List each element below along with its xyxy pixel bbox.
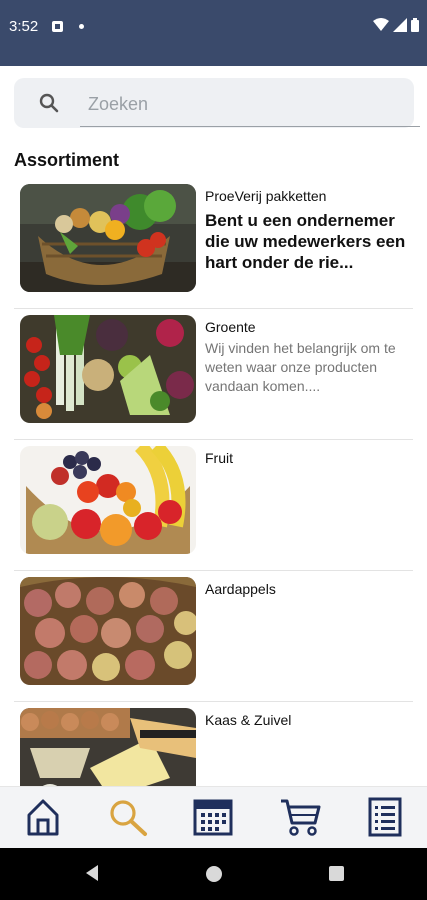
nav-search[interactable]: [104, 795, 152, 839]
recents-icon[interactable]: [329, 866, 344, 881]
item-name: ProeVerij pakketten: [205, 188, 327, 204]
home-icon: [27, 799, 59, 836]
item-description: Wij vinden het belangrijk om te weten wa…: [205, 340, 396, 394]
nav-home[interactable]: [19, 795, 67, 839]
back-icon[interactable]: [84, 864, 100, 882]
nav-cart[interactable]: [276, 795, 324, 839]
item-name: Groente: [205, 319, 256, 335]
home-button-icon[interactable]: [206, 866, 222, 882]
item-name: Kaas & Zuivel: [205, 712, 292, 728]
search-input[interactable]: [78, 86, 398, 122]
item-name: Aardappels: [205, 581, 276, 597]
status-time: 3:52: [9, 18, 39, 35]
aardappels-image: [20, 577, 196, 685]
search-icon: [110, 800, 147, 836]
list-item-fruit[interactable]: Fruit: [0, 440, 427, 571]
assortment-list: ProeVerij pakketten Bent u een onderneme…: [0, 178, 427, 786]
list-item-groente[interactable]: Groente Wij vinden het belangrijk om te …: [0, 309, 427, 440]
kaas-zuivel-image: [20, 708, 196, 786]
search-underline: [80, 126, 420, 127]
item-name: Fruit: [205, 450, 233, 466]
fruit-image: [20, 446, 196, 554]
sim-icon: [52, 21, 63, 32]
calendar-icon: [193, 799, 233, 836]
list-item-kaas-zuivel[interactable]: Kaas & Zuivel: [0, 702, 427, 786]
search-bar: [14, 78, 420, 128]
bottom-nav: [0, 786, 427, 848]
search-icon: [39, 93, 59, 113]
signal-icon: [393, 18, 407, 32]
groente-image: [20, 315, 196, 423]
nav-calendar[interactable]: [189, 795, 237, 839]
item-headline: Bent u een ondernemer die uw medewerkers…: [205, 211, 406, 272]
notification-dot-icon: [79, 24, 84, 29]
proeverij-image: [20, 184, 196, 292]
section-title: Assortiment: [14, 150, 120, 170]
list-icon: [368, 797, 402, 837]
status-bar: 3:52: [0, 0, 427, 66]
system-navigation-bar: [0, 848, 427, 900]
battery-icon: [411, 18, 419, 32]
status-icons: [373, 18, 419, 32]
list-item-aardappels[interactable]: Aardappels: [0, 571, 427, 702]
nav-list[interactable]: [361, 795, 409, 839]
cart-icon: [281, 799, 321, 836]
wifi-icon: [373, 18, 389, 31]
list-item-proeverij[interactable]: ProeVerij pakketten Bent u een onderneme…: [0, 178, 427, 309]
